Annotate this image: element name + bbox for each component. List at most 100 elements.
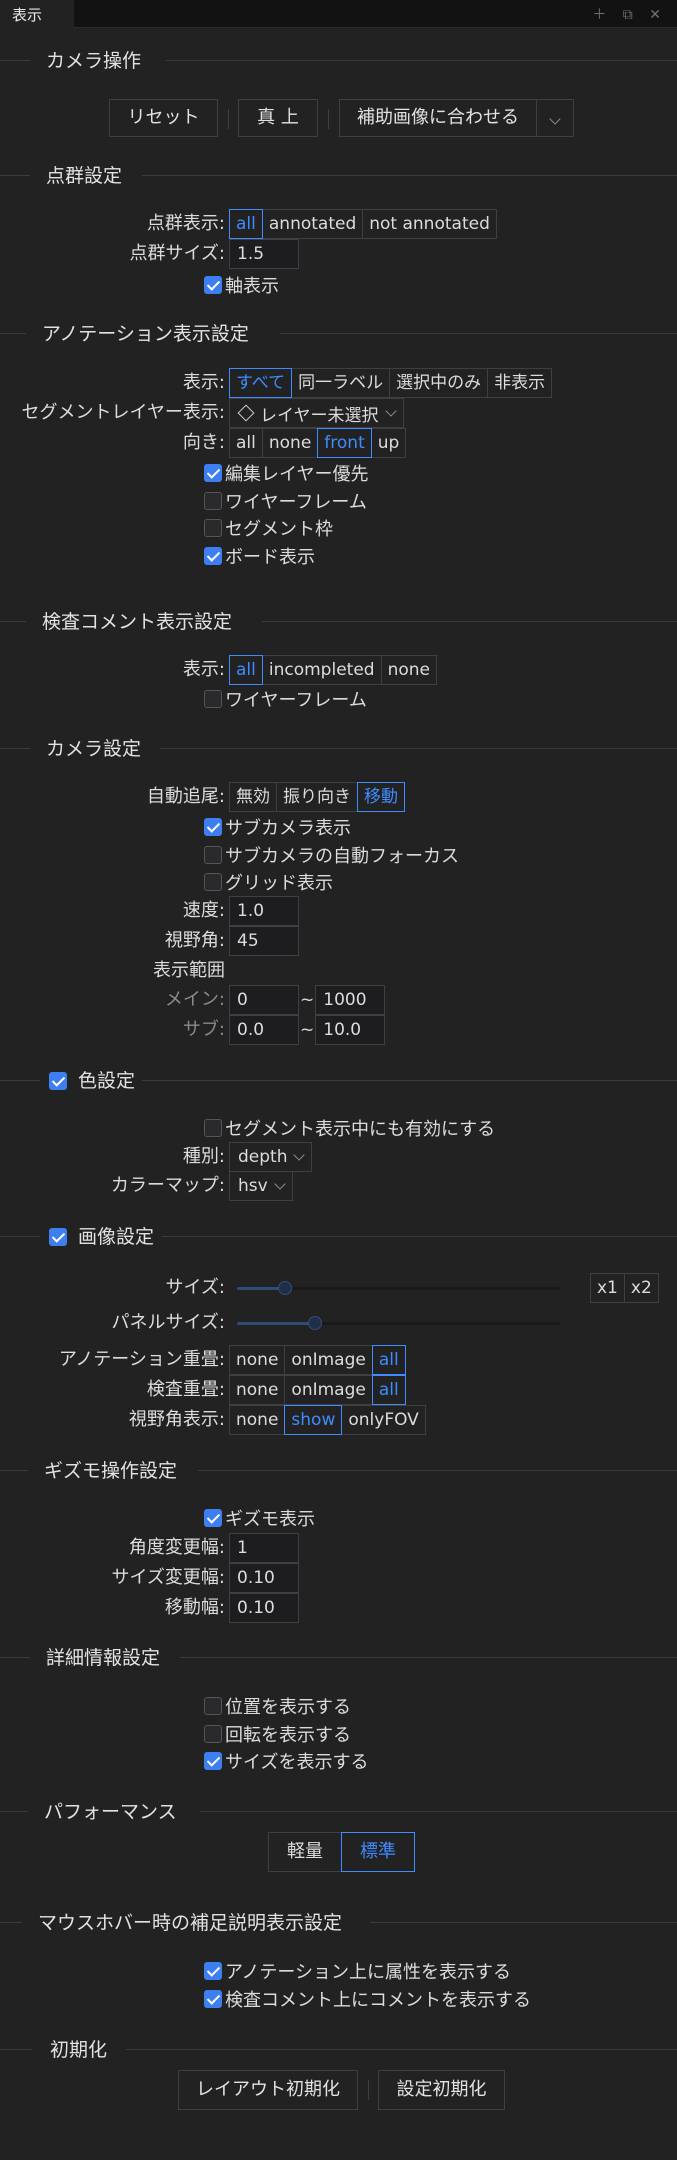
- segment-option[interactable]: 移動: [357, 782, 405, 812]
- tab-display[interactable]: 表示: [0, 0, 74, 28]
- reset-settings-button[interactable]: 設定初期化: [378, 2070, 505, 2110]
- reset-button[interactable]: リセット: [109, 99, 218, 137]
- segment-option[interactable]: 無効: [229, 782, 277, 812]
- inspection-overlay-segmented[interactable]: none onImage all: [229, 1375, 406, 1405]
- color-enable-checkbox[interactable]: [49, 1072, 67, 1090]
- segment-option[interactable]: all: [229, 655, 263, 685]
- panel-size-slider[interactable]: [237, 1308, 560, 1338]
- checkbox-row[interactable]: アノテーション上に属性を表示する: [204, 1957, 511, 1985]
- checkbox[interactable]: [204, 1752, 222, 1770]
- segment-option[interactable]: 選択中のみ: [389, 368, 489, 398]
- checkbox[interactable]: [204, 1989, 222, 2008]
- performance-segmented[interactable]: 軽量 標準: [268, 1832, 415, 1872]
- segment-option[interactable]: not annotated: [362, 209, 497, 239]
- top-view-button[interactable]: 真 上: [238, 99, 318, 137]
- fov-input[interactable]: 45: [229, 926, 299, 956]
- axis-checkbox-row[interactable]: 軸表示: [204, 271, 279, 299]
- checkbox[interactable]: [204, 818, 222, 836]
- segment-option[interactable]: 振り向き: [276, 782, 358, 812]
- segment-option[interactable]: show: [284, 1405, 343, 1435]
- move-step-input[interactable]: 0.10: [229, 1593, 299, 1623]
- main-min-input[interactable]: 0: [229, 985, 299, 1015]
- checkbox[interactable]: [204, 1509, 222, 1527]
- slider-thumb[interactable]: [278, 1281, 293, 1295]
- segment-option[interactable]: none: [229, 1345, 286, 1375]
- segment-option[interactable]: all: [229, 209, 263, 239]
- checkbox[interactable]: [204, 276, 222, 294]
- auto-track-segmented[interactable]: 無効 振り向き 移動: [229, 782, 405, 812]
- direction-segmented[interactable]: all none front up: [229, 428, 407, 458]
- checkbox-row[interactable]: 検査コメント上にコメントを表示する: [204, 1985, 531, 2013]
- checkbox[interactable]: [204, 1119, 222, 1137]
- annotation-display-segmented[interactable]: すべて 同一ラベル 選択中のみ 非表示: [229, 368, 553, 398]
- slider-thumb[interactable]: [307, 1316, 322, 1330]
- segment-option[interactable]: 標準: [341, 1832, 415, 1872]
- fit-dropdown-button[interactable]: [536, 99, 574, 137]
- checkbox-row[interactable]: サブカメラ表示: [204, 813, 351, 841]
- fov-display-segmented[interactable]: none show onlyFOV: [229, 1405, 426, 1435]
- checkbox[interactable]: [204, 1724, 222, 1743]
- segment-option[interactable]: onImage: [284, 1375, 373, 1405]
- segment-option[interactable]: all: [229, 428, 263, 458]
- segment-option[interactable]: none: [229, 1405, 286, 1435]
- angle-step-input[interactable]: 1: [229, 1533, 299, 1563]
- window-controls-icons[interactable]: ＋ ⧉ ✕: [592, 4, 667, 24]
- sub-min-input[interactable]: 0.0: [229, 1015, 299, 1045]
- segment-option[interactable]: up: [370, 428, 407, 458]
- segment-option[interactable]: 軽量: [268, 1832, 342, 1872]
- gizmo-show-row[interactable]: ギズモ表示: [204, 1504, 315, 1532]
- fit-aux-image-button[interactable]: 補助画像に合わせる: [339, 99, 537, 137]
- speed-input[interactable]: 1.0: [229, 896, 299, 926]
- segment-option[interactable]: incompleted: [261, 655, 382, 685]
- segment-option[interactable]: front: [317, 428, 372, 458]
- checkbox-row[interactable]: 回転を表示する: [204, 1720, 351, 1748]
- color-segment-row[interactable]: セグメント表示中にも有効にする: [204, 1114, 495, 1142]
- annotation-overlay-segmented[interactable]: none onImage all: [229, 1345, 406, 1375]
- size-step-input[interactable]: 0.10: [229, 1563, 299, 1593]
- checkbox-row[interactable]: 編集レイヤー優先: [204, 459, 368, 487]
- inspection-display-segmented[interactable]: all incompleted none: [229, 655, 437, 685]
- segment-option[interactable]: 非表示: [487, 368, 553, 398]
- checkbox[interactable]: [204, 546, 222, 565]
- pointcloud-display-segmented[interactable]: all annotated not annotated: [229, 209, 497, 239]
- main-max-input[interactable]: 1000: [315, 985, 386, 1015]
- checkbox[interactable]: [204, 845, 222, 864]
- segment-option[interactable]: none: [380, 655, 437, 685]
- checkbox[interactable]: [204, 1697, 222, 1715]
- section-title: 点群設定: [46, 165, 123, 187]
- checkbox-row[interactable]: サブカメラの自動フォーカス: [204, 841, 459, 869]
- checkbox[interactable]: [204, 1962, 222, 1980]
- segment-option[interactable]: 同一ラベル: [291, 368, 391, 398]
- checkbox[interactable]: [204, 690, 222, 708]
- pointcloud-size-input[interactable]: 1.5: [229, 239, 299, 269]
- segment-option[interactable]: annotated: [261, 209, 364, 239]
- segment-option[interactable]: none: [229, 1375, 286, 1405]
- checkbox-row[interactable]: セグメント枠: [204, 514, 333, 542]
- inspection-wireframe-row[interactable]: ワイヤーフレーム: [204, 685, 367, 713]
- colormap-select[interactable]: hsv: [229, 1171, 293, 1201]
- segment-layer-select[interactable]: レイヤー未選択: [229, 398, 404, 428]
- checkbox-row[interactable]: グリッド表示: [204, 868, 333, 896]
- segment-option[interactable]: none: [261, 428, 319, 458]
- checkbox-row[interactable]: ワイヤーフレーム: [204, 487, 367, 515]
- color-type-select[interactable]: depth: [229, 1142, 313, 1172]
- reset-layout-button[interactable]: レイアウト初期化: [178, 2070, 358, 2110]
- checkbox-row[interactable]: ボード表示: [204, 542, 315, 570]
- segment-option[interactable]: all: [371, 1375, 406, 1405]
- segment-option[interactable]: all: [371, 1345, 406, 1375]
- checkbox[interactable]: [204, 519, 222, 537]
- segment-option[interactable]: onlyFOV: [341, 1405, 426, 1435]
- checkbox-row[interactable]: 位置を表示する: [204, 1692, 351, 1720]
- image-size-slider[interactable]: [237, 1273, 560, 1303]
- segment-option[interactable]: onImage: [284, 1345, 373, 1375]
- x2-button[interactable]: x2: [623, 1273, 659, 1303]
- checkbox[interactable]: [204, 491, 222, 510]
- x1-button[interactable]: x1: [590, 1273, 625, 1303]
- checkbox-label: アノテーション上に属性を表示する: [225, 1962, 512, 1983]
- checkbox[interactable]: [204, 873, 222, 891]
- image-enable-checkbox[interactable]: [49, 1228, 67, 1246]
- checkbox-row[interactable]: サイズを表示する: [204, 1747, 368, 1775]
- checkbox[interactable]: [204, 464, 222, 482]
- segment-option[interactable]: すべて: [229, 368, 293, 398]
- sub-max-input[interactable]: 10.0: [315, 1015, 386, 1045]
